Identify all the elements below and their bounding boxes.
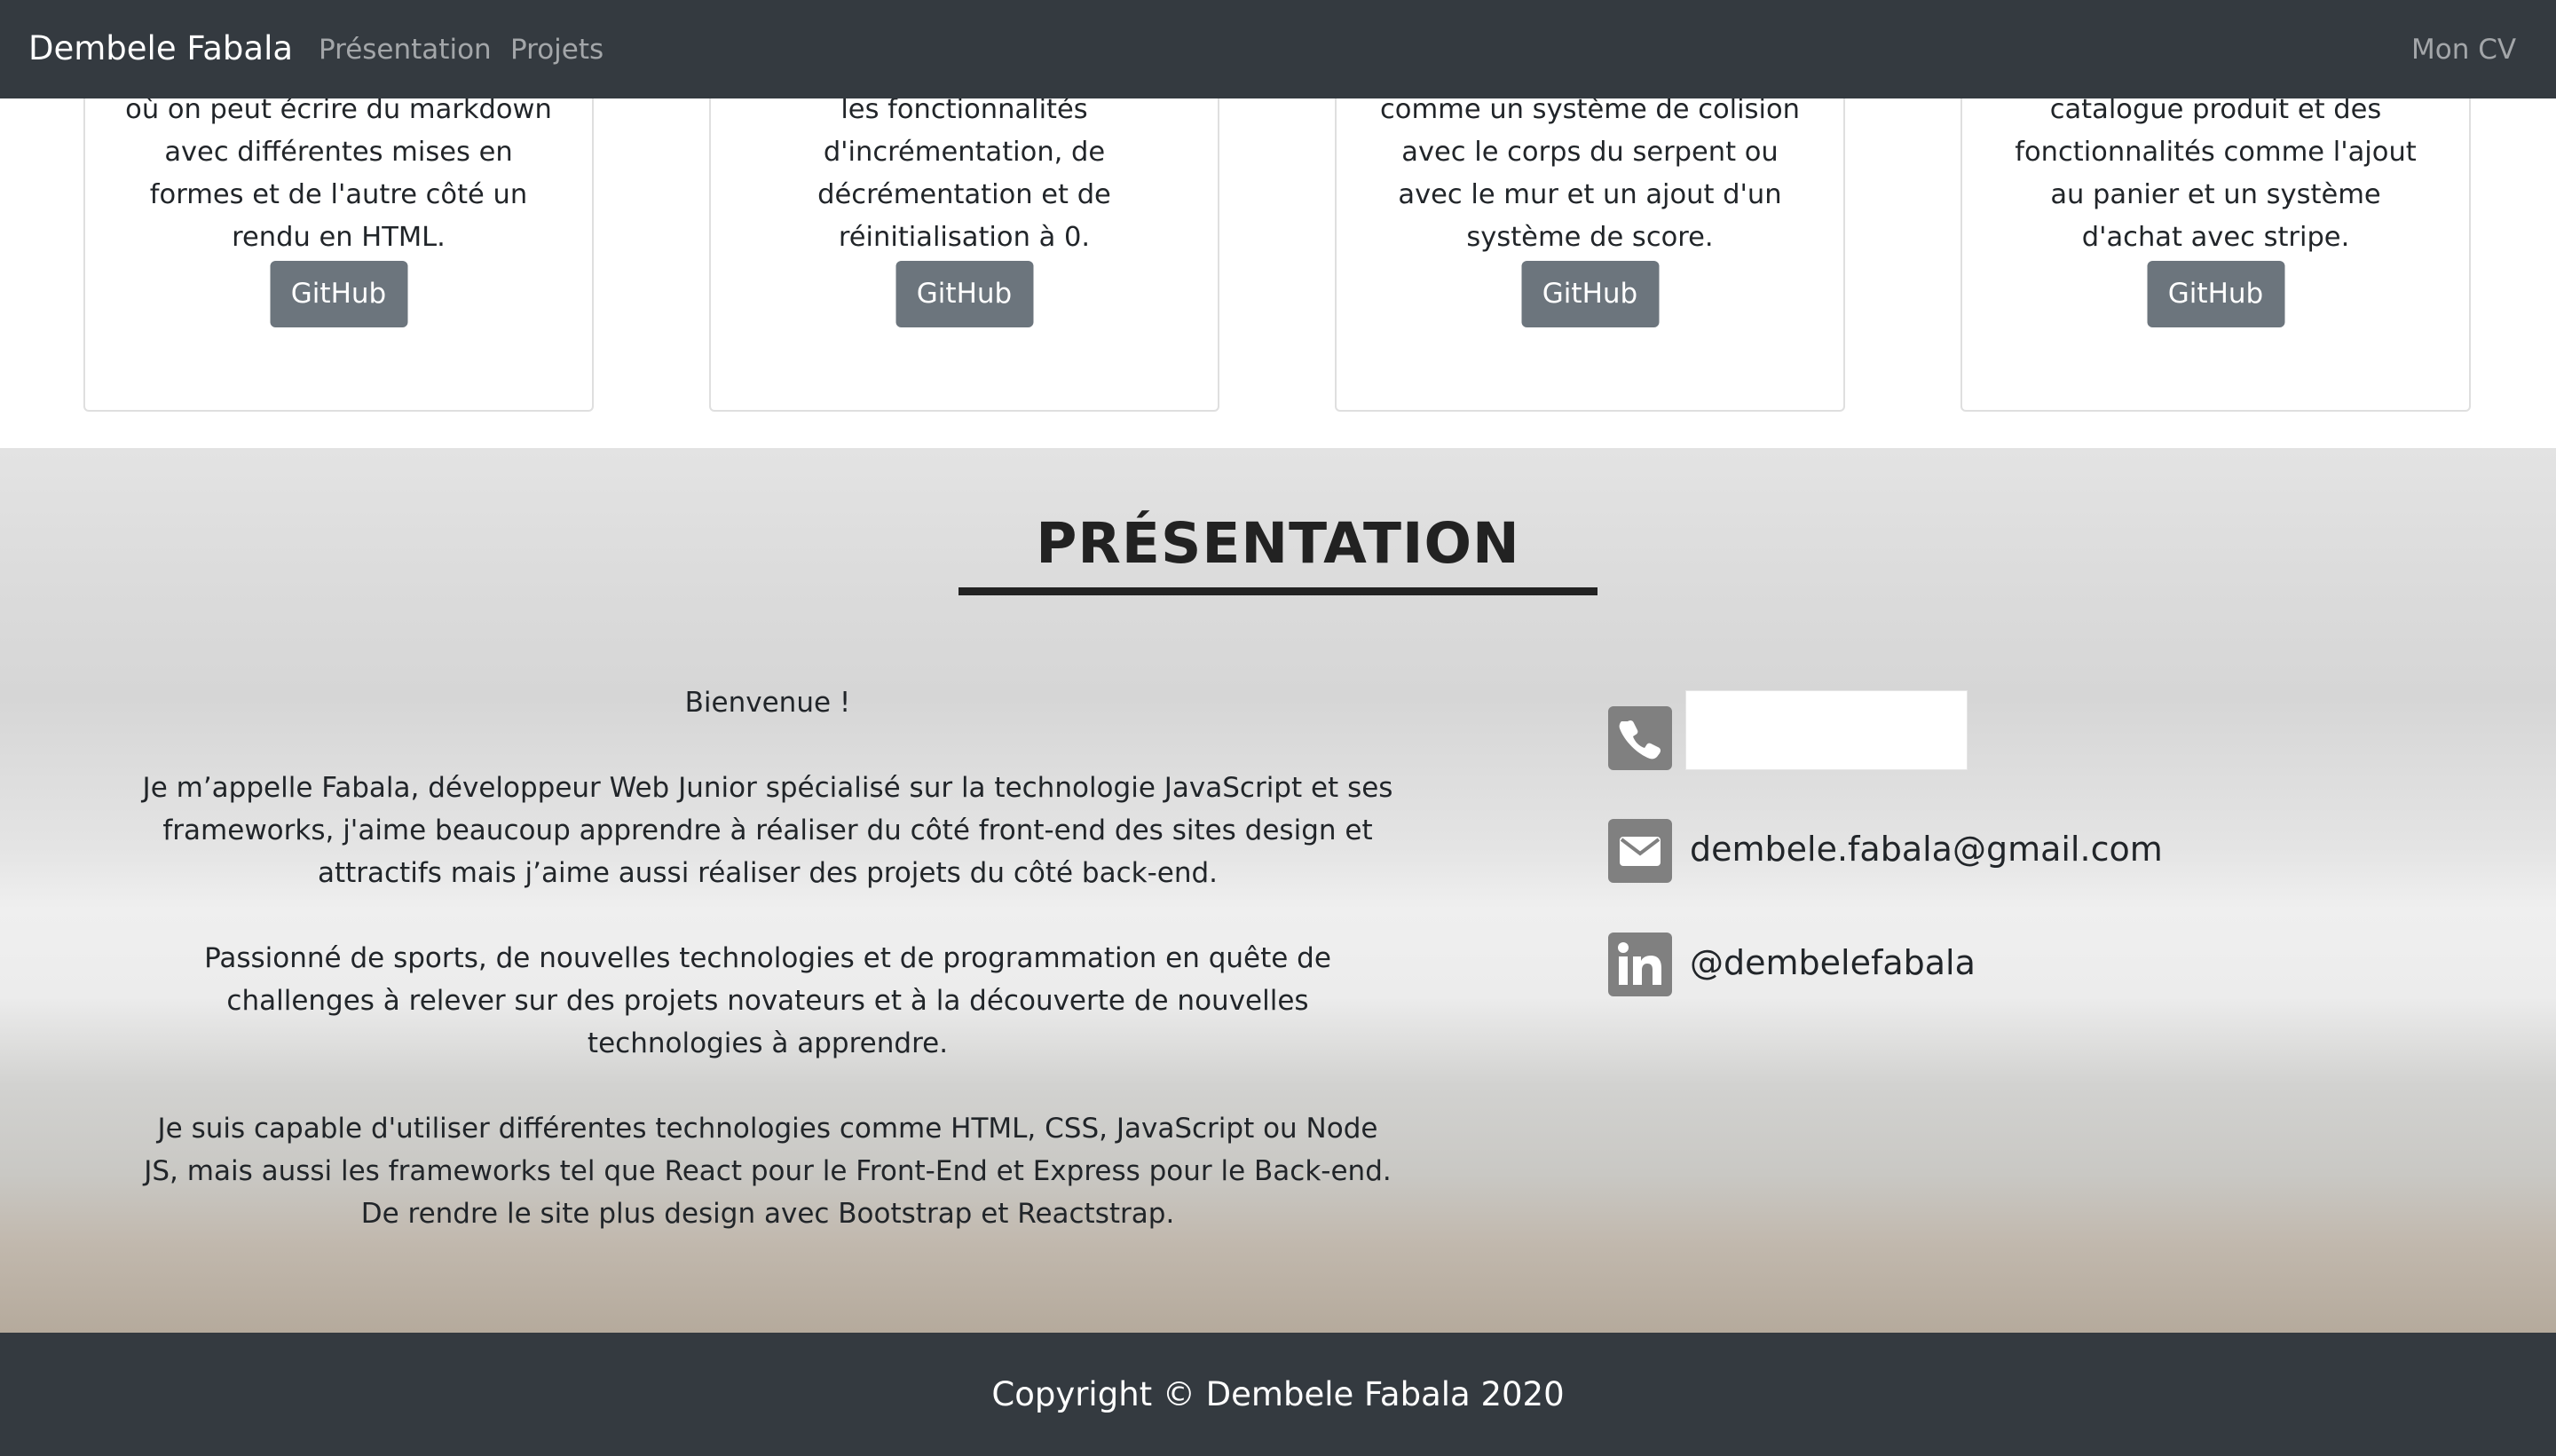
- nav-link-projets[interactable]: Projets: [510, 32, 604, 67]
- project-description: où on peut écrire du markdown avec diffé…: [125, 94, 552, 253]
- footer: Copyright © Dembele Fabala 2020: [0, 1333, 2556, 1456]
- phone-number-box: [1685, 690, 1968, 770]
- title-underline: [958, 587, 1598, 595]
- intro-paragraph: Je suis capable d'utiliser différentes t…: [144, 1113, 1392, 1230]
- github-button[interactable]: GitHub: [1521, 261, 1659, 327]
- copyright-text: Copyright © Dembele Fabala 2020: [991, 1375, 1565, 1413]
- navbar: Dembele Fabala Présentation Projets Mon …: [0, 0, 2556, 98]
- nav-link-cv[interactable]: Mon CV: [2411, 32, 2516, 67]
- intro-text: Bienvenue ! Je m’appelle Fabala, dévelop…: [142, 681, 1393, 1278]
- presentation-section: PRÉSENTATION Bienvenue ! Je m’appelle Fa…: [0, 448, 2556, 1333]
- intro-paragraph: Je m’appelle Fabala, développeur Web Jun…: [142, 772, 1393, 889]
- github-button[interactable]: GitHub: [2147, 261, 2284, 327]
- project-description: catalogue produit et des fonctionnalités…: [2015, 94, 2417, 253]
- phone-icon: [1608, 706, 1672, 770]
- section-title: PRÉSENTATION: [1036, 511, 1520, 576]
- email-link[interactable]: dembele.fabala@gmail.com: [1690, 828, 2163, 870]
- project-description: les fonctionnalités d'incrémentation, de…: [817, 94, 1111, 253]
- nav-link-presentation[interactable]: Présentation: [319, 32, 492, 67]
- intro-paragraph: Passionné de sports, de nouvelles techno…: [204, 942, 1331, 1059]
- brand-link[interactable]: Dembele Fabala: [28, 28, 293, 69]
- linkedin-link[interactable]: @dembelefabala: [1690, 941, 1976, 984]
- github-button[interactable]: GitHub: [895, 261, 1033, 327]
- envelope-icon: [1608, 819, 1672, 883]
- project-description: comme un système de colision avec le cor…: [1380, 94, 1800, 253]
- intro-paragraph: Bienvenue !: [684, 687, 851, 719]
- linkedin-icon: [1608, 933, 1672, 996]
- page: où on peut écrire du markdown avec diffé…: [0, 0, 2556, 1456]
- github-button[interactable]: GitHub: [270, 261, 407, 327]
